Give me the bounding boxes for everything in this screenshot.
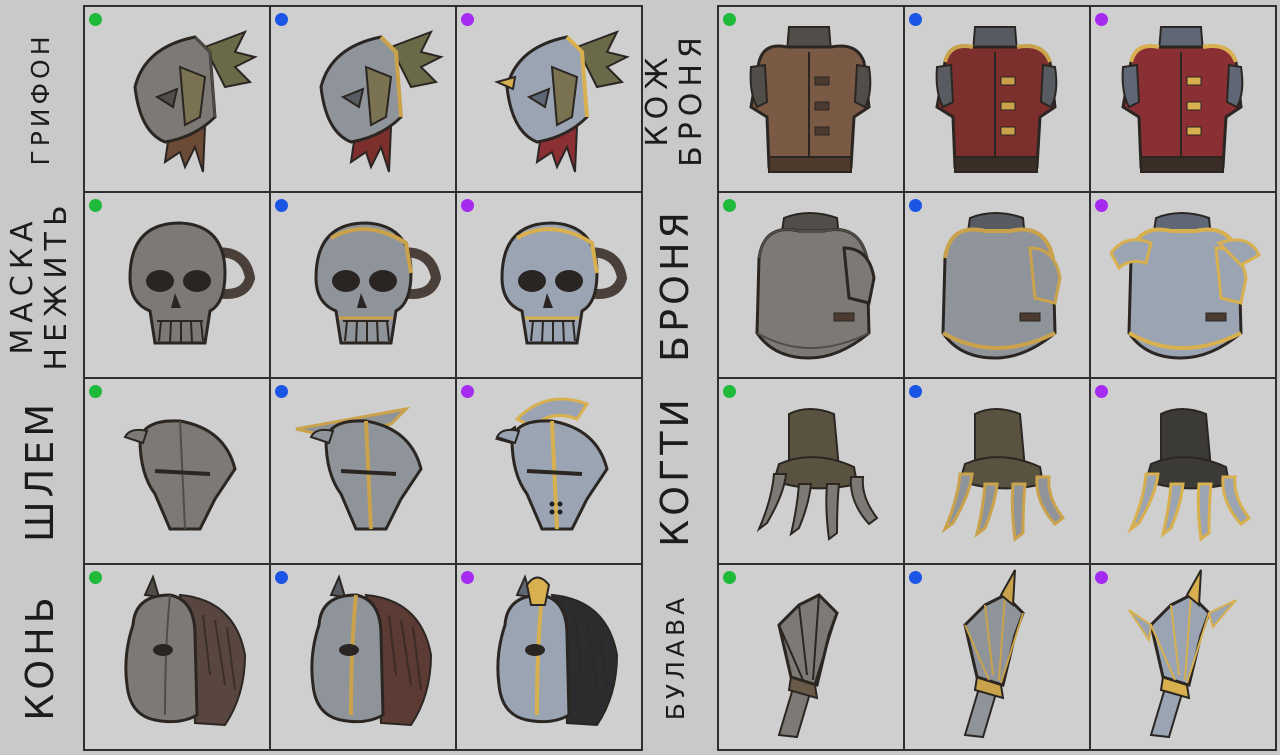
item-slot-griffon-helmet-common[interactable] [85,7,269,191]
item-slot-plate-armor-common[interactable] [719,193,903,377]
item-slot-mace-rare[interactable] [905,565,1089,749]
item-slot-undead-mask-epic[interactable] [457,193,641,377]
right-row-label-3: БУЛАВА [640,565,710,749]
item-slot-helmet-rare[interactable] [271,379,455,563]
mace-icon [1128,569,1237,739]
item-slot-undead-mask-rare[interactable] [271,193,455,377]
right-row-label-0: КОЖ БРОНЯ [640,7,710,191]
item-slot-plate-armor-rare[interactable] [905,193,1089,377]
helmet-icon [295,406,423,531]
griffon-helmet-icon [319,30,444,173]
item-slot-undead-mask-common[interactable] [85,193,269,377]
breastplate-icon [941,212,1062,360]
leather-vest-icon [749,26,872,173]
helmet-icon [494,397,609,531]
left-row-label-2-line-0: ШЛЕМ [18,400,62,543]
leather-vest-icon [935,26,1058,173]
right-row-label-1-line-0: БРОНЯ [653,208,697,362]
breastplate-icon [755,212,876,360]
left-row-label-1: МАСКА НЕЖИТЬ [5,193,75,377]
item-slot-leather-armor-epic[interactable] [1091,7,1275,191]
item-slot-horse-helm-rare[interactable] [271,565,455,749]
item-slot-griffon-helmet-rare[interactable] [271,7,455,191]
left-row-label-2: ШЛЕМ [5,379,75,563]
item-slot-plate-armor-epic[interactable] [1091,193,1275,377]
right-item-grid [717,5,1277,751]
item-slot-claws-rare[interactable] [905,379,1089,563]
item-slot-horse-helm-epic[interactable] [457,565,641,749]
item-slot-claws-epic[interactable] [1091,379,1275,563]
item-slot-claws-common[interactable] [719,379,903,563]
griffon-helmet-icon [494,30,630,173]
right-row-label-1: БРОНЯ [640,193,710,377]
item-slot-griffon-helmet-epic[interactable] [457,7,641,191]
mace-icon [777,593,839,739]
right-row-label-2: КОГТИ [640,379,710,563]
right-row-label-0-line-0: КОЖ [639,51,675,147]
right-row-label-0-line-1: БРОНЯ [674,31,709,167]
griffon-helmet-icon [133,30,258,173]
horse-helm-icon [496,574,619,727]
item-slot-mace-epic[interactable] [1091,565,1275,749]
item-slot-leather-armor-common[interactable] [719,7,903,191]
item-slot-horse-helm-common[interactable] [85,565,269,749]
horse-helm-icon [310,574,433,727]
item-slot-helmet-epic[interactable] [457,379,641,563]
left-row-label-1-line-0: МАСКА [4,215,40,355]
mace-icon [963,569,1025,739]
left-row-label-3-line-0: КОНЬ [18,593,62,721]
skull-mask-icon [128,221,256,345]
skull-mask-icon [314,221,442,345]
horse-helm-icon [124,574,247,727]
claws-icon [941,408,1066,542]
item-slot-helmet-common[interactable] [85,379,269,563]
breastplate-icon [1109,212,1261,360]
right-row-label-2-line-0: КОГТИ [653,395,697,547]
left-item-grid [83,5,643,751]
leather-vest-icon [1121,26,1244,173]
left-row-label-0-line-0: ГРИФОН [25,32,55,166]
item-slot-leather-armor-rare[interactable] [905,7,1089,191]
left-row-label-3: КОНЬ [5,565,75,749]
claws-icon [756,408,879,541]
claws-icon [1127,408,1252,542]
right-row-label-3-line-0: БУЛАВА [660,593,690,721]
item-slot-mace-common[interactable] [719,565,903,749]
left-row-label-0: ГРИФОН [5,7,75,191]
skull-mask-icon [500,221,628,345]
left-row-label-1-line-1: НЕЖИТЬ [39,199,74,371]
helmet-icon [123,419,237,531]
